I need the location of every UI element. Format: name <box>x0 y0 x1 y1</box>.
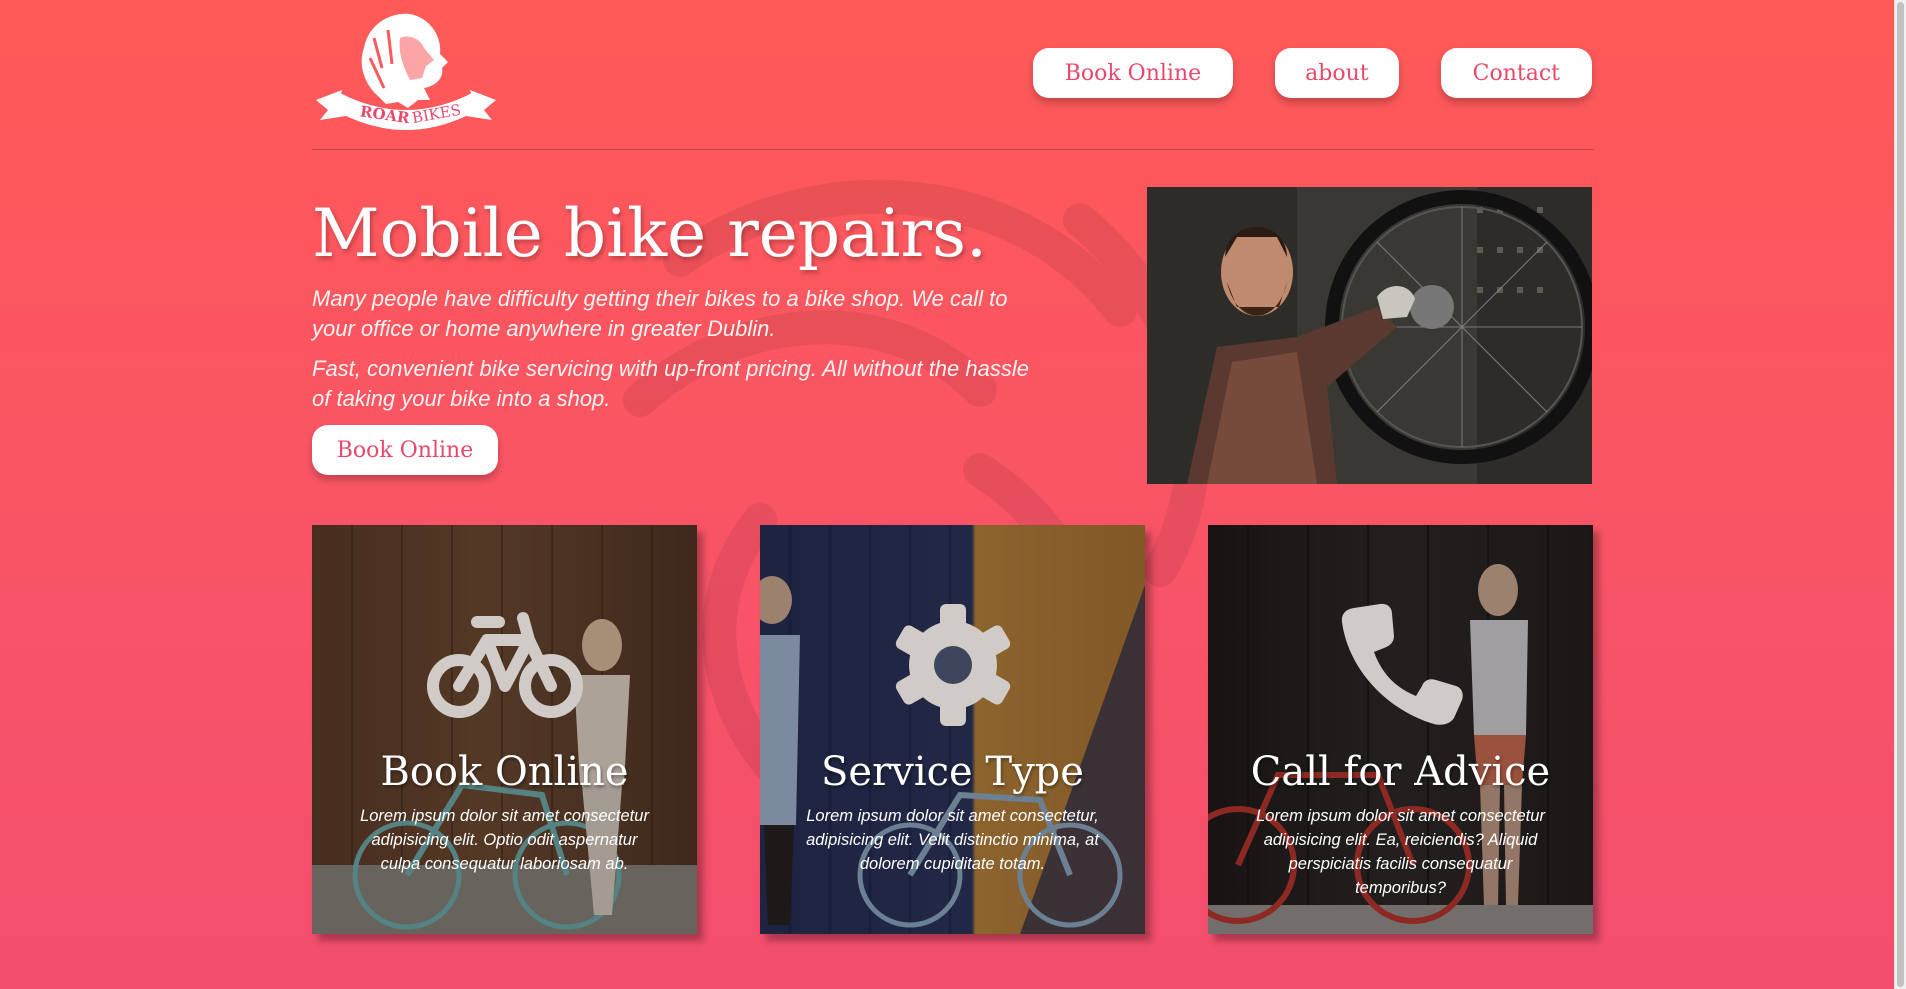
hero-title: Mobile bike repairs. <box>312 195 987 272</box>
card-title: Call for Advice <box>1250 749 1551 795</box>
card-title: Service Type <box>821 749 1084 795</box>
header-divider <box>312 149 1594 150</box>
card-book-online[interactable]: Book Online Lorem ipsum dolor sit amet c… <box>312 525 697 934</box>
scrollbar-thumb[interactable] <box>1897 2 1904 987</box>
card-call-for-advice[interactable]: Call for Advice Lorem ipsum dolor sit am… <box>1208 525 1593 934</box>
nav-contact-button[interactable]: Contact <box>1440 48 1592 98</box>
phone-icon <box>1341 603 1463 725</box>
main-nav: Book Online about Contact <box>1032 48 1592 98</box>
page-container: ROAR BIKES Book Online about Contact Mob… <box>312 0 1594 989</box>
mechanic-photo <box>1147 187 1592 484</box>
page-scrollbar[interactable] <box>1894 0 1906 989</box>
nav-book-online-button[interactable]: Book Online <box>1032 48 1234 98</box>
hero-book-online-button[interactable]: Book Online <box>312 425 498 475</box>
hero-paragraph-1: Many people have difficulty getting thei… <box>312 286 1008 341</box>
feature-cards: Book Online Lorem ipsum dolor sit amet c… <box>312 525 1594 935</box>
bicycle-icon <box>426 612 583 718</box>
gear-icon <box>895 604 1010 726</box>
mechanic-photo-illustration <box>1147 187 1592 484</box>
card-text: Lorem ipsum dolor sit amet consectetur a… <box>360 807 649 873</box>
nav-about-button[interactable]: about <box>1275 48 1399 98</box>
card-title: Book Online <box>380 749 629 795</box>
roar-bikes-logo[interactable]: ROAR BIKES <box>312 8 500 138</box>
card-text: Lorem ipsum dolor sit amet consectetur, … <box>806 807 1099 873</box>
card-text: Lorem ipsum dolor sit amet consectetur a… <box>1256 807 1545 897</box>
card-service-type[interactable]: Service Type Lorem ipsum dolor sit amet … <box>760 525 1145 934</box>
hero-paragraph-2: Fast, convenient bike servicing with up-… <box>312 356 1029 411</box>
lion-head-icon <box>361 13 448 108</box>
